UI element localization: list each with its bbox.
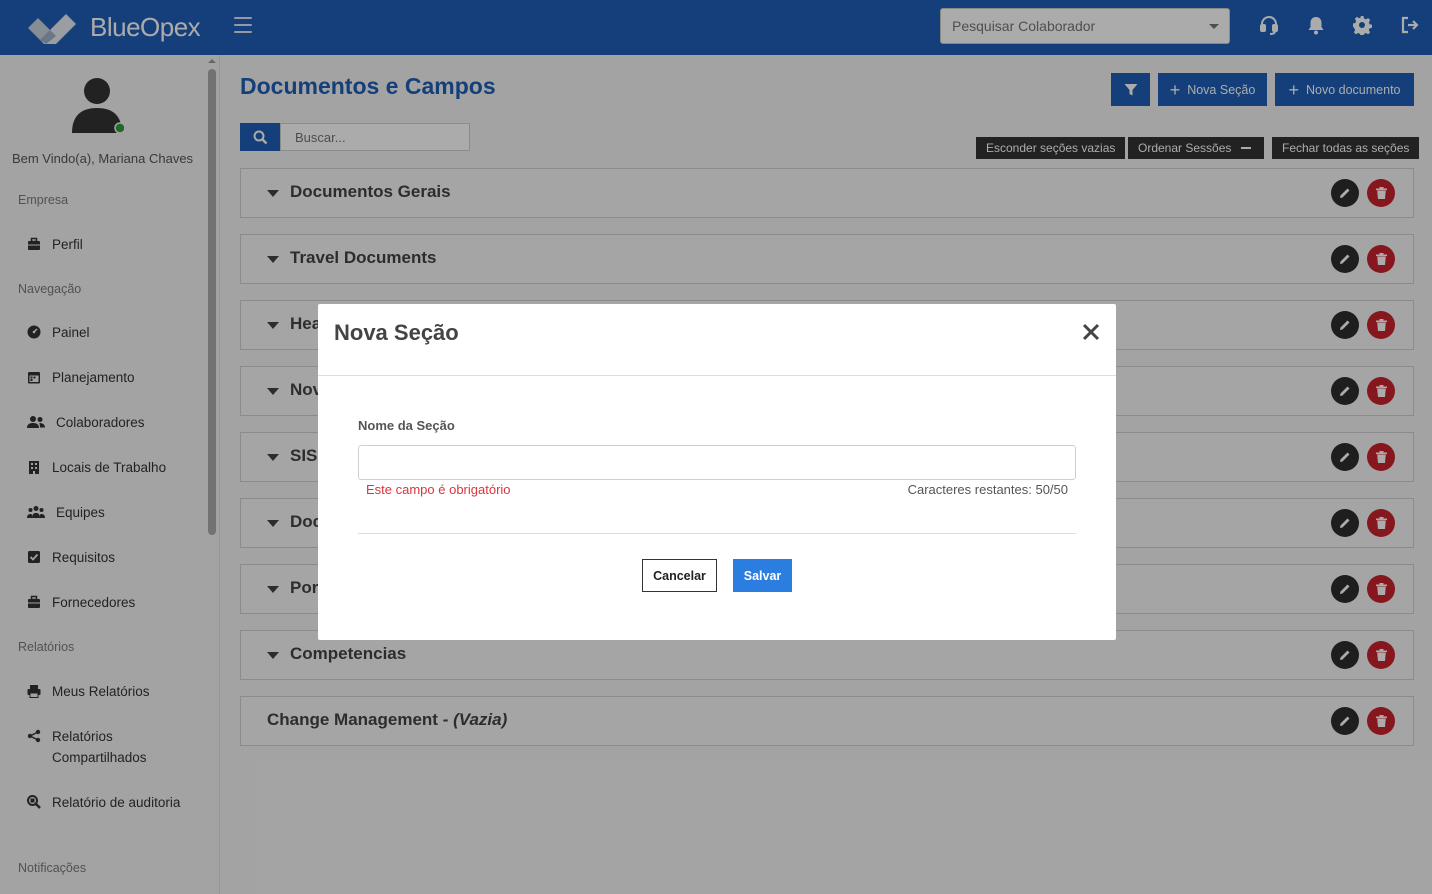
close-icon[interactable]	[1081, 322, 1101, 342]
new-section-dialog: Nova Seção Nome da Seção Este campo é ob…	[318, 304, 1116, 640]
required-field-error: Este campo é obrigatório	[366, 482, 511, 497]
save-button[interactable]: Salvar	[733, 559, 792, 592]
section-name-input[interactable]	[358, 445, 1076, 480]
dialog-footer-divider	[358, 533, 1076, 534]
dialog-header-divider	[318, 375, 1116, 376]
remaining-characters: Caracteres restantes: 50/50	[907, 482, 1068, 497]
section-name-label: Nome da Seção	[358, 418, 455, 433]
cancel-button[interactable]: Cancelar	[642, 559, 717, 592]
dialog-title: Nova Seção	[334, 320, 459, 345]
